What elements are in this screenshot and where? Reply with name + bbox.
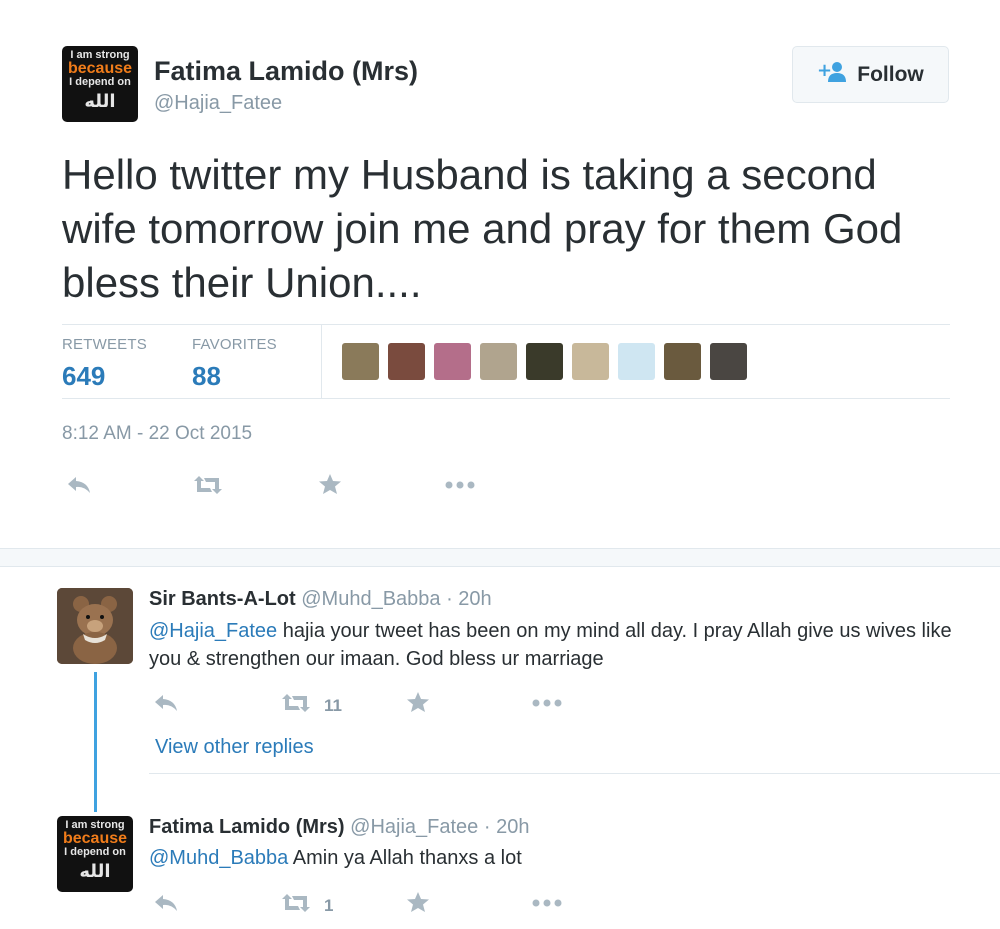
reply-time[interactable]: · 20h [446, 588, 492, 610]
retweet-count: 11 [324, 695, 342, 715]
avatar-text: I depend on [69, 76, 131, 88]
tweet-stats: RETWEETS 649 FAVORITES 88 [62, 325, 950, 398]
tweet-timestamp[interactable]: 8:12 AM - 22 Oct 2015 [62, 423, 252, 445]
reply-author-name[interactable]: Fatima Lamido (Mrs) [149, 816, 345, 838]
retweet-icon [280, 893, 312, 918]
favoriter-avatar[interactable] [480, 343, 517, 380]
more-button[interactable] [445, 478, 477, 497]
favoriter-avatar[interactable] [342, 343, 379, 380]
avatar-text: I depend on [64, 846, 126, 858]
reply-text: @Muhd_Babba Amin ya Allah thanxs a lot [149, 844, 989, 872]
star-icon [318, 473, 342, 500]
star-icon [406, 891, 430, 918]
reply-author-name[interactable]: Sir Bants-A-Lot [149, 588, 296, 610]
retweet-button[interactable]: 11 [280, 693, 342, 718]
avatar[interactable]: I am strong because I depend on الله [57, 816, 133, 892]
reply-tweet: I am strong because I depend on الله Fat… [0, 774, 1000, 929]
main-tweet: I am strong because I depend on الله Fat… [0, 0, 1000, 548]
favoriter-avatar[interactable] [388, 343, 425, 380]
more-button[interactable] [532, 696, 564, 715]
follow-button[interactable]: + Follow [792, 46, 949, 103]
favoriter-avatar[interactable] [618, 343, 655, 380]
favoriters-list [342, 343, 747, 380]
retweet-icon [280, 693, 312, 718]
reply-header: Sir Bants-A-Lot @Muhd_Babba · 20h [149, 588, 492, 611]
more-button[interactable] [532, 896, 564, 915]
teddy-bear-icon [57, 588, 133, 664]
reply-icon [153, 893, 179, 918]
retweets-stat[interactable]: RETWEETS 649 [62, 336, 147, 392]
tweet-text: Hello twitter my Husband is taking a sec… [62, 151, 903, 306]
avatar-text: because [67, 60, 133, 77]
more-icon [445, 478, 477, 497]
avatar-text: because [62, 830, 128, 847]
reply-author-handle[interactable]: @Hajia_Fatee [350, 816, 478, 838]
favorite-button[interactable] [406, 691, 430, 718]
view-other-replies-link[interactable]: View other replies [155, 736, 314, 759]
reply-button[interactable] [153, 693, 179, 718]
avatar[interactable]: I am strong because I depend on الله [62, 46, 138, 122]
retweet-icon [192, 475, 224, 500]
more-icon [532, 696, 564, 715]
avatar-text: الله [84, 91, 116, 112]
divider [321, 325, 322, 398]
more-icon [532, 896, 564, 915]
reply-icon [66, 475, 92, 500]
favorite-button[interactable] [406, 891, 430, 918]
retweet-button[interactable] [192, 475, 224, 500]
follow-user-icon: + [817, 60, 847, 88]
reply-icon [153, 693, 179, 718]
favoriter-avatar[interactable] [526, 343, 563, 380]
reply-time[interactable]: · 20h [484, 816, 530, 838]
author-handle[interactable]: @Hajia_Fatee [154, 92, 282, 115]
favoriter-avatar[interactable] [434, 343, 471, 380]
avatar-text: الله [79, 861, 111, 882]
favoriter-avatar[interactable] [710, 343, 747, 380]
follow-label: Follow [857, 62, 924, 86]
reply-button[interactable] [66, 475, 92, 500]
reply-author-handle[interactable]: @Muhd_Babba [301, 588, 440, 610]
reply-button[interactable] [153, 893, 179, 918]
reply-body: Amin ya Allah thanxs a lot [288, 847, 522, 869]
retweets-count: 649 [62, 361, 106, 391]
section-divider [0, 548, 1000, 567]
divider [62, 398, 950, 399]
avatar[interactable] [57, 588, 133, 664]
reply-text: @Hajia_Fatee hajia your tweet has been o… [149, 617, 989, 673]
retweet-count: 1 [324, 895, 334, 915]
reply-tweet: Sir Bants-A-Lot @Muhd_Babba · 20h @Hajia… [0, 567, 1000, 777]
favorite-button[interactable] [318, 473, 342, 500]
mention-link[interactable]: @Muhd_Babba [149, 847, 288, 869]
author-name[interactable]: Fatima Lamido (Mrs) [154, 56, 418, 87]
favorites-count: 88 [192, 361, 221, 391]
favoriter-avatar[interactable] [664, 343, 701, 380]
retweet-button[interactable]: 1 [280, 893, 333, 918]
favoriter-avatar[interactable] [572, 343, 609, 380]
favorites-label: FAVORITES [192, 336, 277, 353]
favorites-stat[interactable]: FAVORITES 88 [192, 336, 277, 392]
mention-link[interactable]: @Hajia_Fatee [149, 620, 277, 642]
star-icon [406, 691, 430, 718]
retweets-label: RETWEETS [62, 336, 147, 353]
reply-header: Fatima Lamido (Mrs) @Hajia_Fatee · 20h [149, 816, 529, 839]
